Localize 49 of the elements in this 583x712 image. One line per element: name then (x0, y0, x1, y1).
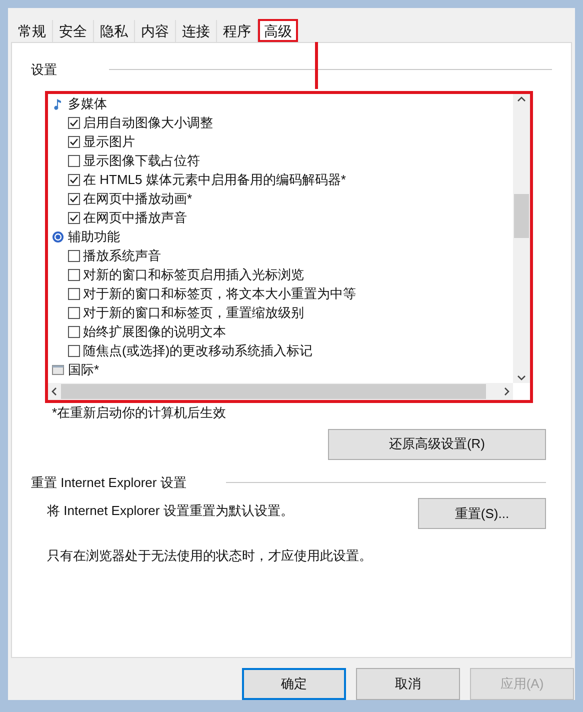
checkbox[interactable] (68, 250, 80, 262)
option-label: 在网页中播放声音 (83, 209, 187, 228)
checkbox[interactable] (68, 136, 80, 148)
accessibility-icon (52, 231, 64, 243)
scroll-right-icon[interactable] (504, 386, 510, 396)
checkbox[interactable] (68, 193, 80, 205)
scroll-down-icon[interactable] (517, 374, 526, 380)
checkbox[interactable] (68, 212, 80, 224)
reset-description: 将 Internet Explorer 设置重置为默认设置。 (47, 502, 294, 520)
checkbox[interactable] (68, 307, 80, 319)
option-label: 显示图片 (83, 133, 135, 152)
checkbox[interactable] (68, 269, 80, 281)
horizontal-scrollbar[interactable] (48, 382, 513, 400)
restore-button[interactable]: 还原高级设置(R) (328, 428, 546, 460)
checkbox[interactable] (68, 345, 80, 357)
checkbox[interactable] (68, 288, 80, 300)
dialog-button[interactable]: 确定 (242, 668, 346, 700)
option-label: 随焦点(或选择)的更改移动系统插入标记 (83, 342, 313, 360)
option-label: 对新的窗口和标签页启用插入光标浏览 (83, 266, 304, 284)
scroll-left-icon[interactable] (51, 386, 57, 396)
checkbox[interactable] (68, 117, 80, 129)
category-label: 辅助功能 (68, 228, 120, 246)
reset-button[interactable]: 重置(S)... (418, 498, 546, 529)
category-label: 多媒体 (68, 95, 107, 114)
option-label: 启用自动图像大小调整 (83, 114, 213, 132)
checkbox[interactable] (68, 155, 80, 167)
scrollbar-thumb[interactable] (61, 384, 486, 398)
option-label: 对于新的窗口和标签页，重置缩放级别 (83, 304, 304, 322)
option-label: 显示图像下载占位符 (83, 152, 200, 170)
option-label: 播放系统声音 (83, 247, 161, 266)
option-label: 在 HTML5 媒体元素中启用备用的编码解码器* (83, 171, 346, 190)
tab[interactable]: 高级 (258, 19, 298, 42)
group-title: 重置 Internet Explorer 设置 (31, 474, 186, 492)
checkbox[interactable] (68, 174, 80, 186)
option-label: 始终扩展图像的说明文本 (83, 323, 226, 342)
annotation-connector (315, 42, 318, 89)
music-note-icon (52, 98, 64, 110)
scroll-up-icon[interactable] (517, 96, 526, 102)
vertical-scrollbar[interactable] (513, 94, 530, 382)
option-label: 对于新的窗口和标签页，将文本大小重置为中等 (83, 285, 356, 304)
option-label: 在网页中播放动画* (83, 190, 192, 208)
checkbox[interactable] (68, 326, 80, 338)
group-title: 设置 (31, 61, 57, 79)
scrollbar-thumb[interactable] (514, 194, 529, 238)
window-icon (52, 364, 64, 376)
dialog-button[interactable]: 取消 (356, 668, 460, 700)
category-label: 国际* (68, 361, 100, 380)
footnote: *在重新启动你的计算机后生效 (52, 404, 228, 422)
reset-note: 只有在浏览器处于无法使用的状态时，才应使用此设置。 (46, 547, 373, 565)
